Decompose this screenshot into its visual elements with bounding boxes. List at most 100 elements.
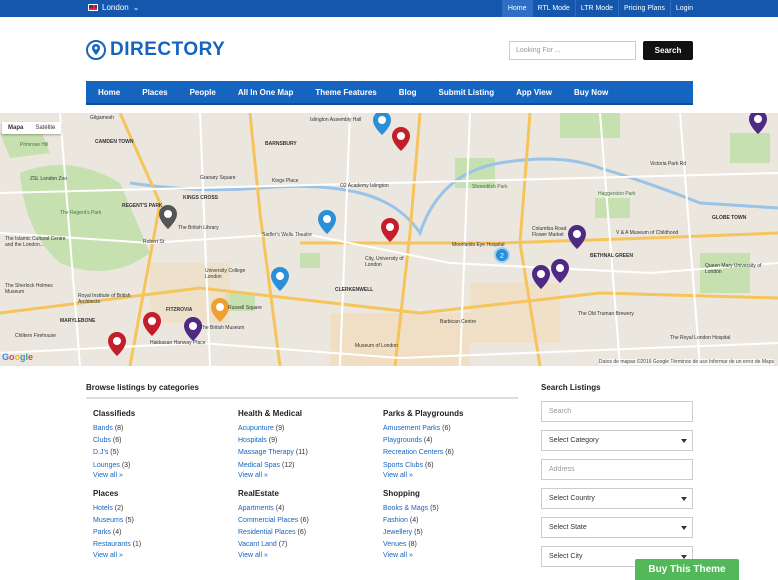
buy-theme-button[interactable]: Buy This Theme: [635, 559, 739, 580]
top-link-home[interactable]: Home: [501, 0, 532, 17]
view-all-link[interactable]: View all »: [383, 552, 518, 559]
map-label: Shoreditch Park: [472, 184, 508, 190]
uk-flag-icon: [88, 4, 98, 11]
category-link[interactable]: Playgrounds: [383, 437, 422, 444]
nav-all-in-one-map[interactable]: All In One Map: [227, 88, 305, 97]
category-link[interactable]: Apartments: [238, 505, 274, 512]
category-link[interactable]: Restaurants: [93, 541, 131, 548]
map-label: Gilgamesh: [90, 115, 114, 121]
country-select[interactable]: Select Country: [541, 488, 693, 509]
category-count: (4): [275, 504, 285, 512]
category-link[interactable]: Sports Clubs: [383, 462, 423, 469]
category-count: (8): [114, 425, 124, 432]
map-type-map[interactable]: Mapa: [2, 122, 29, 134]
nav-home[interactable]: Home: [86, 88, 131, 97]
category-heading[interactable]: Parks & Playgrounds: [383, 409, 518, 418]
listings-map[interactable]: 2 Gilgamesh CAMDEN TOWN Primrose Hill ZS…: [0, 113, 778, 366]
address-field[interactable]: Address: [541, 459, 693, 480]
category-link[interactable]: Commercial Places: [238, 517, 298, 524]
category-link[interactable]: Lounges: [93, 462, 120, 469]
category-link[interactable]: D.J's: [93, 449, 108, 456]
map-label: The British Library: [178, 225, 219, 231]
category-count: (6): [425, 461, 434, 469]
nav-places[interactable]: Places: [131, 88, 178, 97]
map-label: FITZROVIA: [166, 307, 193, 313]
category-count: (4): [112, 529, 122, 537]
nav-buy-now[interactable]: Buy Now: [563, 88, 619, 97]
category-link[interactable]: Hospitals: [238, 437, 267, 444]
category-link[interactable]: Fashion: [383, 517, 408, 524]
map-label: Victoria Park Rd: [650, 161, 687, 167]
nav-people[interactable]: People: [179, 88, 227, 97]
category-count: (6): [297, 529, 307, 537]
category-group: Classifieds Bands (8) Clubs (6) D.J's (5…: [86, 409, 231, 479]
category-heading[interactable]: Places: [93, 489, 231, 498]
map-label: O2 Academy Islington: [340, 183, 389, 189]
category-link[interactable]: Recreation Centers: [383, 449, 443, 456]
map-label: V & A Museum of Childhood: [616, 230, 679, 236]
category-count: (6): [442, 425, 451, 432]
search-listings-panel: Search Listings Search Select Category A…: [541, 383, 693, 575]
map-label: City, University of London: [365, 256, 404, 268]
category-count: (7): [278, 541, 288, 549]
category-select[interactable]: Select Category: [541, 430, 693, 451]
chevron-down-icon: ⌄: [132, 3, 140, 12]
map-type-satellite[interactable]: Satélite: [29, 122, 61, 134]
map-label: Royal Institute of British Architects: [78, 293, 131, 305]
top-link-ltr[interactable]: LTR Mode: [574, 0, 618, 17]
category-link[interactable]: Medical Spas: [238, 462, 280, 469]
category-count: (2): [114, 504, 124, 512]
search-field[interactable]: Search: [541, 401, 693, 422]
nav-blog[interactable]: Blog: [388, 88, 428, 97]
category-link[interactable]: Residential Places: [238, 529, 296, 536]
category-link[interactable]: Venues: [383, 541, 406, 548]
map-label: BETHNAL GREEN: [590, 253, 633, 259]
category-count: (6): [112, 437, 122, 445]
view-all-link[interactable]: View all »: [93, 552, 231, 559]
category-heading[interactable]: Shopping: [383, 489, 518, 498]
category-link[interactable]: Acupunture: [238, 425, 274, 432]
category-count: (5): [414, 529, 423, 537]
map-attribution: Datos de mapas ©2016 Google Términos de …: [598, 359, 774, 365]
category-count: (5): [430, 504, 439, 512]
category-link[interactable]: Clubs: [93, 437, 111, 444]
view-all-link[interactable]: View all »: [238, 552, 376, 559]
nav-app-view[interactable]: App View: [505, 88, 563, 97]
map-label: Hakkasan Hanway Place: [150, 340, 206, 346]
language-selector[interactable]: London ⌄: [88, 3, 139, 12]
top-link-pricing[interactable]: Pricing Plans: [618, 0, 670, 17]
category-link[interactable]: Parks: [93, 529, 111, 536]
category-link[interactable]: Vacant Land: [238, 541, 277, 548]
category-group: RealEstate Apartments (4) Commercial Pla…: [231, 489, 376, 559]
top-links: Home RTL Mode LTR Mode Pricing Plans Log…: [501, 0, 698, 17]
category-count: (6): [445, 449, 454, 457]
header-search-button[interactable]: Search: [643, 41, 693, 60]
category-link[interactable]: Bands: [93, 425, 113, 432]
category-heading[interactable]: Classifieds: [93, 409, 231, 418]
nav-submit-listing[interactable]: Submit Listing: [428, 88, 506, 97]
category-heading[interactable]: RealEstate: [238, 489, 376, 498]
view-all-link[interactable]: View all »: [93, 472, 231, 479]
category-link[interactable]: Museums: [93, 517, 123, 524]
map-label: KINGS CROSS: [183, 195, 219, 201]
header-search-input[interactable]: Looking For ...: [509, 41, 636, 60]
category-link[interactable]: Massage Therapy: [238, 449, 294, 456]
site-logo[interactable]: DIRECTORY: [86, 39, 225, 61]
category-link[interactable]: Jewellery: [383, 529, 412, 536]
state-select[interactable]: Select State: [541, 517, 693, 538]
top-link-rtl[interactable]: RTL Mode: [531, 0, 575, 17]
view-all-link[interactable]: View all »: [383, 472, 518, 479]
category-link[interactable]: Hotels: [93, 505, 113, 512]
search-listings-title: Search Listings: [541, 383, 601, 392]
map-type-control: Mapa Satélite: [2, 122, 62, 134]
location-pin-icon: [86, 40, 106, 60]
map-label: Islington Assembly Hall: [310, 117, 362, 123]
map-label: Moorfields Eye Hospital: [452, 242, 505, 248]
top-link-login[interactable]: Login: [669, 0, 698, 17]
category-link[interactable]: Books & Mags: [383, 505, 428, 512]
view-all-link[interactable]: View all »: [238, 472, 376, 479]
category-link[interactable]: Amusement Parks: [383, 425, 440, 432]
category-heading[interactable]: Health & Medical: [238, 409, 376, 418]
nav-theme-features[interactable]: Theme Features: [304, 88, 387, 97]
map-cluster[interactable]: 2: [494, 247, 510, 263]
